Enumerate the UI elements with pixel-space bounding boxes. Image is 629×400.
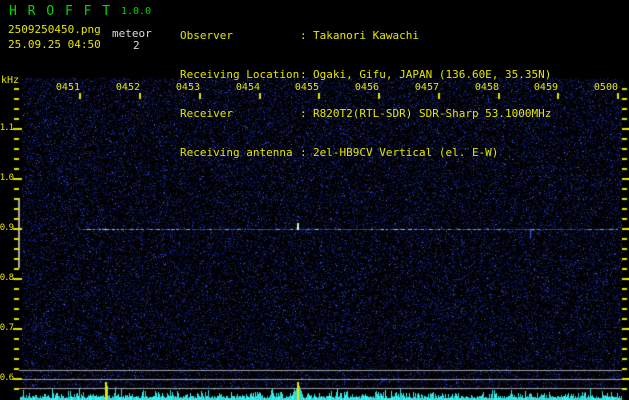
- station-separator: :: [300, 146, 307, 159]
- time-tick-label: 0451: [55, 82, 80, 93]
- time-tick-label: 0457: [414, 82, 439, 93]
- mode-label: meteor: [112, 27, 152, 40]
- station-info: Observer: Takanori Kawachi Receiving Loca…: [180, 3, 629, 185]
- freq-tick-label: 0.6: [0, 373, 14, 383]
- output-filename: 2509250450.png: [8, 23, 101, 36]
- time-tick-label: 0459: [533, 82, 558, 93]
- station-label: Observer: [180, 29, 233, 42]
- meteor-count: 2: [133, 39, 140, 52]
- hrofft-window: H R O F F T 1.0.0 2509250450.png meteor …: [0, 0, 629, 400]
- time-tick-label: 0456: [354, 82, 379, 93]
- app-title: H R O F F T: [9, 4, 112, 19]
- time-tick-label: 0458: [474, 82, 499, 93]
- station-value: Ogaki, Gifu, JAPAN (136.60E, 35.35N): [313, 68, 552, 81]
- station-label: Receiver: [180, 107, 233, 120]
- freq-tick-label: 1.0: [0, 173, 14, 183]
- freq-tick-label: 0.8: [0, 273, 14, 283]
- freq-tick-label: 0.9: [0, 223, 14, 233]
- station-label: Receiving antenna: [180, 146, 293, 159]
- freq-tick-label: 0.7: [0, 323, 14, 333]
- time-tick-label: 0453: [175, 82, 200, 93]
- capture-datetime: 25.09.25 04:50: [8, 38, 101, 51]
- time-tick-label: 0455: [294, 82, 319, 93]
- station-separator: :: [300, 29, 307, 42]
- time-tick-label: 0500: [593, 82, 618, 93]
- station-row-antenna: Receiving antenna:2el-HB9CV Vertical (el…: [180, 146, 629, 159]
- station-row-observer: Observer: Takanori Kawachi: [180, 29, 629, 42]
- station-separator: :: [300, 68, 307, 81]
- app-version: 1.0.0: [121, 6, 152, 17]
- station-separator: :: [300, 107, 307, 120]
- time-tick-label: 0454: [235, 82, 260, 93]
- station-value: Takanori Kawachi: [313, 29, 419, 42]
- station-value: 2el-HB9CV Vertical (el. E-W): [313, 146, 499, 159]
- station-label: Receiving Location: [180, 68, 300, 81]
- station-value: R820T2(RTL-SDR) SDR-Sharp 53.1000MHz: [313, 107, 552, 120]
- time-tick-label: 0452: [115, 82, 140, 93]
- freq-tick-label: 1.1: [0, 123, 14, 133]
- freq-axis-unit-label: kHz: [1, 75, 20, 86]
- station-row-location: Receiving Location: Ogaki, Gifu, JAPAN (1…: [180, 68, 629, 81]
- station-row-receiver: Receiver: R820T2(RTL-SDR) SDR-Sharp 53.10…: [180, 107, 629, 120]
